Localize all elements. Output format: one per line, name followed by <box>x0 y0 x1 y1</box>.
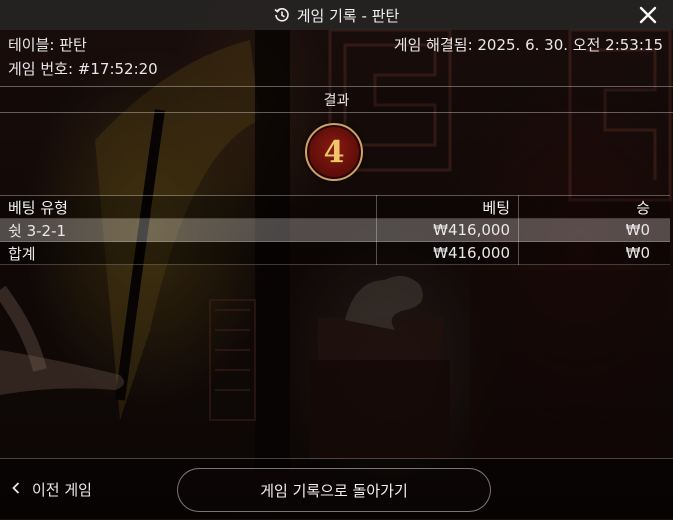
close-icon <box>639 6 657 24</box>
bets-table: 베팅 유형 베팅 승 쉿 3-2-1 ₩416,000 ₩0 합계 ₩416,0… <box>0 195 670 265</box>
table-header-row: 베팅 유형 베팅 승 <box>0 195 670 219</box>
info-row-top: 테이블: 판탄 게임 해결됨: 2025. 6. 30. 오전 2:53:15 <box>8 34 663 55</box>
result-number-badge: 4 <box>305 123 363 181</box>
win-amount-cell: ₩0 <box>518 218 670 242</box>
result-header: 결과 <box>0 86 673 113</box>
total-row: 합계 ₩416,000 ₩0 <box>0 241 670 265</box>
column-header-bet-type: 베팅 유형 <box>0 195 377 219</box>
back-to-history-label: 게임 기록으로 돌아가기 <box>260 481 408 500</box>
previous-game-label: 이전 게임 <box>32 481 92 499</box>
bet-amount-cell: ₩416,000 <box>376 218 519 242</box>
close-button[interactable] <box>637 4 659 26</box>
footer-bar: 이전 게임 게임 기록으로 돌아가기 <box>0 458 673 520</box>
resolved-time: 게임 해결됨: 2025. 6. 30. 오전 2:53:15 <box>393 36 663 54</box>
total-win-cell: ₩0 <box>518 241 670 265</box>
column-header-bet: 베팅 <box>376 195 519 219</box>
total-label-cell: 합계 <box>0 241 377 265</box>
table-name: 테이블: 판탄 <box>8 36 87 54</box>
column-header-win: 승 <box>518 195 670 219</box>
previous-game-button[interactable]: 이전 게임 <box>12 479 92 500</box>
dialog-title: 게임 기록 - 판탄 <box>296 6 400 25</box>
total-bet-cell: ₩416,000 <box>376 241 519 265</box>
title-bar: 게임 기록 - 판탄 <box>0 0 673 30</box>
table-row: 쉿 3-2-1 ₩416,000 ₩0 <box>0 218 670 242</box>
history-clock-icon <box>274 7 290 23</box>
info-row-bottom: 게임 번호: #17:52:20 <box>8 58 663 79</box>
result-header-label: 결과 <box>323 92 350 109</box>
chevron-left-icon <box>12 481 20 498</box>
back-to-history-button[interactable]: 게임 기록으로 돌아가기 <box>177 468 491 512</box>
bet-type-cell: 쉿 3-2-1 <box>0 218 377 242</box>
game-number: 게임 번호: #17:52:20 <box>8 60 158 78</box>
